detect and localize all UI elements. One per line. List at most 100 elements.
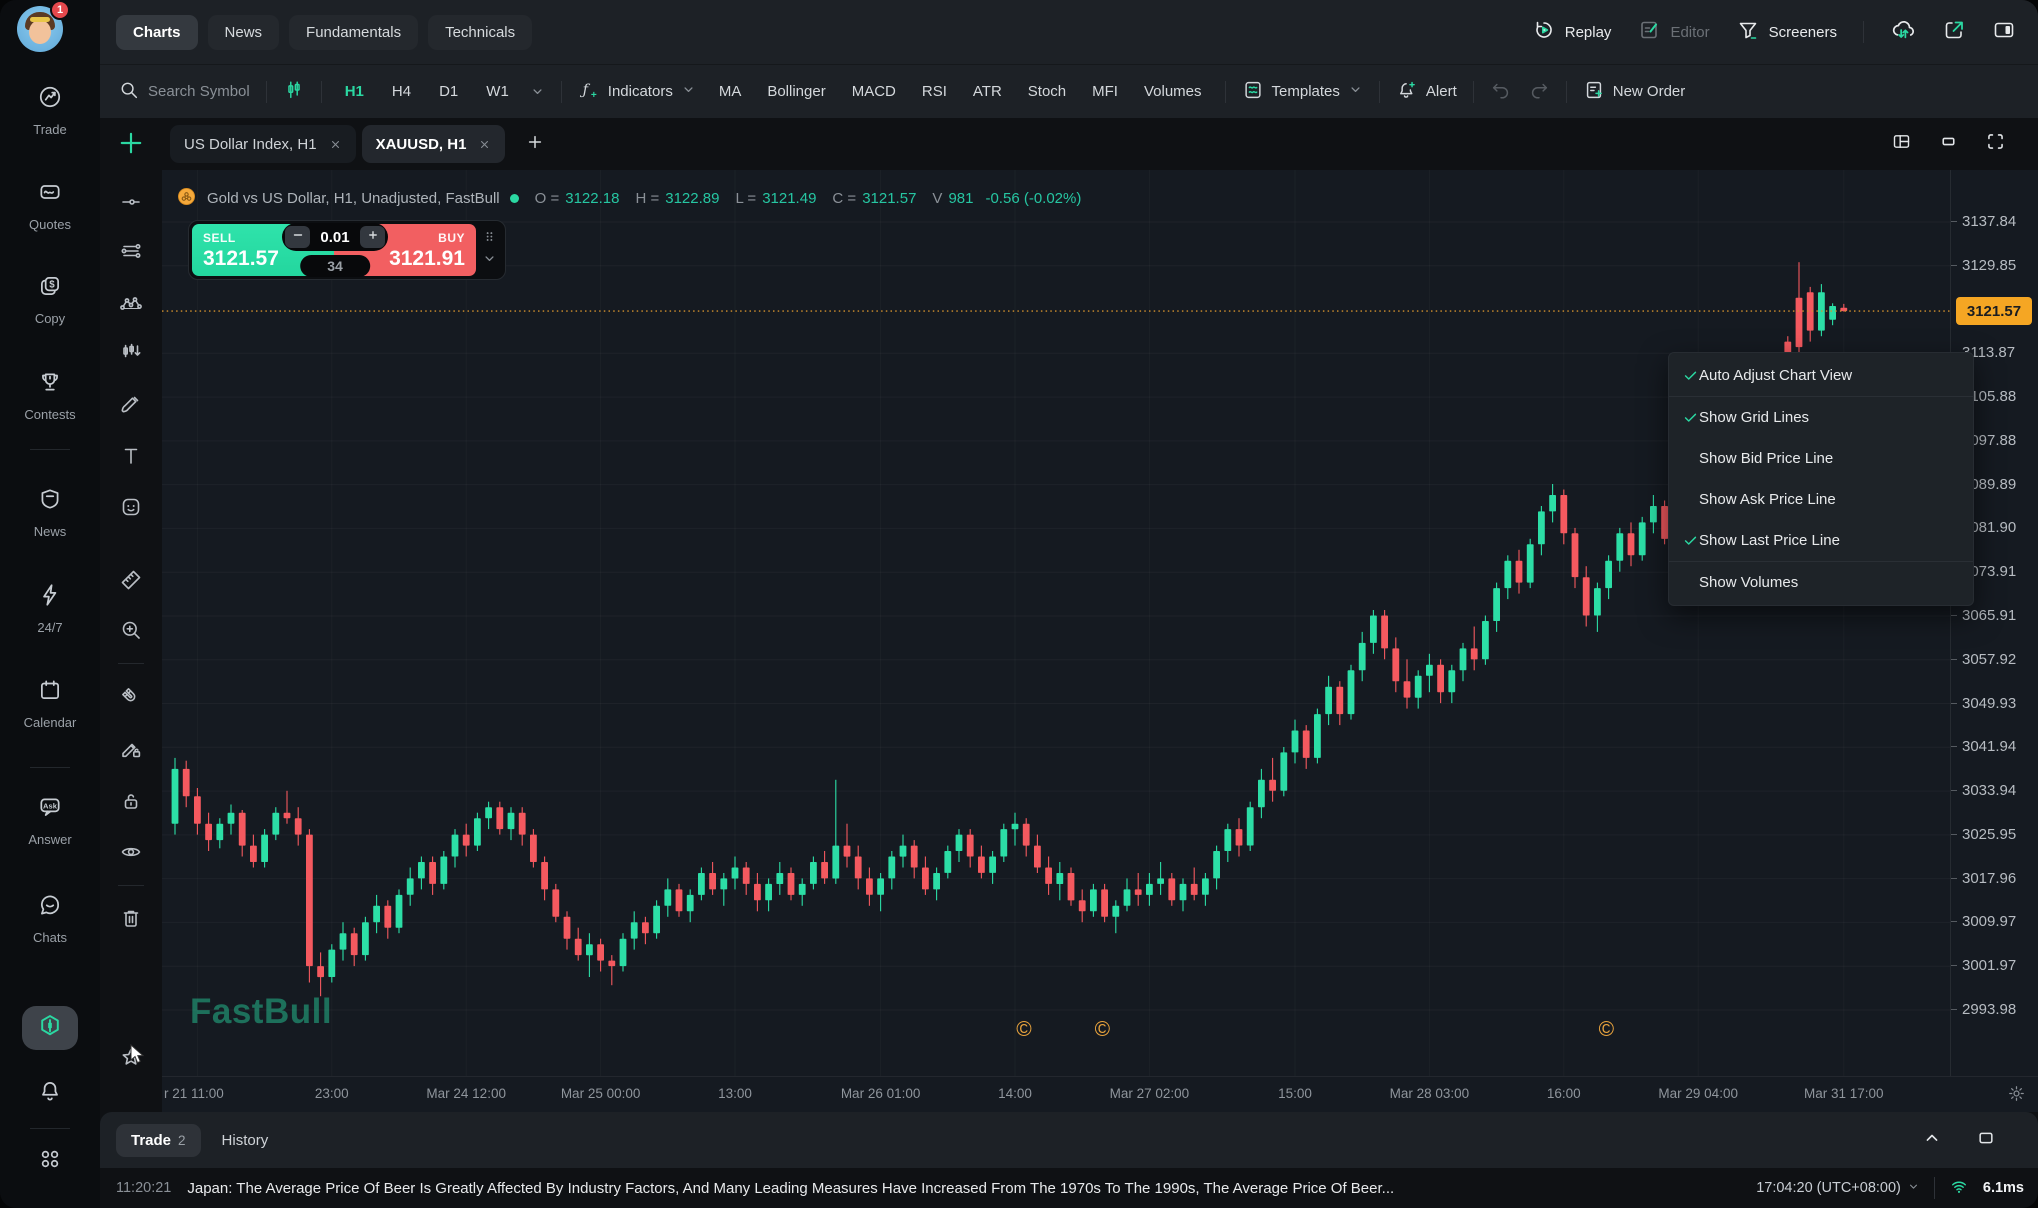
minimize-icon[interactable]	[1938, 131, 1959, 157]
tool-star[interactable]	[118, 1045, 144, 1071]
chart-tab-xauusd[interactable]: XAUUSD, H1	[362, 125, 506, 163]
chevron-down-icon[interactable]	[530, 84, 545, 99]
indicator-atr[interactable]: ATR	[966, 77, 1009, 106]
drag-handle-icon[interactable]	[482, 229, 497, 249]
sidebar-item-news[interactable]: News	[0, 486, 100, 539]
volume-increase-button[interactable]	[360, 226, 385, 248]
nav-tab-technicals[interactable]: Technicals	[428, 15, 532, 50]
menu-item-auto-adjust-chart-view[interactable]: Auto Adjust Chart View	[1669, 355, 1973, 396]
chart-tab-us-dollar-index[interactable]: US Dollar Index, H1	[170, 125, 356, 163]
nav-tab-charts[interactable]: Charts	[116, 15, 198, 50]
symbol-search-button[interactable]: Search Symbol	[118, 79, 250, 105]
time-axis[interactable]: r 21 11:0023:00Mar 24 12:00Mar 25 00:001…	[162, 1076, 2038, 1112]
chart-settings-gear-button[interactable]	[2007, 1084, 2026, 1108]
panel-toggle-button[interactable]	[1992, 18, 2016, 46]
sidebar-item-answer[interactable]: AskAnswer	[0, 794, 100, 847]
templates-button[interactable]: Templates	[1242, 79, 1363, 105]
function-icon: ƒ+	[578, 79, 600, 105]
bottom-tab-trade[interactable]: Trade2	[116, 1124, 201, 1157]
chevron-down-icon[interactable]	[482, 251, 497, 271]
timeframe-h1[interactable]: H1	[338, 77, 371, 106]
tool-pattern[interactable]	[118, 290, 144, 316]
chart-type-button[interactable]	[283, 79, 305, 105]
add-chart-tab-button[interactable]	[525, 132, 545, 157]
nav-tab-news[interactable]: News	[208, 15, 280, 50]
close-icon[interactable]	[478, 138, 491, 151]
undo-icon	[1490, 79, 1512, 105]
indicator-macd[interactable]: MACD	[845, 77, 903, 106]
sidebar-item-copy[interactable]: $Copy	[0, 273, 100, 326]
sidebar-item-contests[interactable]: Contests	[0, 369, 100, 422]
tool-forecast[interactable]	[118, 339, 144, 365]
price-tick: 3137.84	[1951, 213, 2016, 230]
tool-crosshair-plus[interactable]	[118, 130, 144, 156]
calendar-event-marker[interactable]: ©	[1095, 1018, 1110, 1042]
chevron-up-icon[interactable]	[1922, 1128, 1942, 1153]
cloud-sync-button[interactable]	[1890, 17, 1916, 47]
maximize-icon[interactable]	[1976, 1128, 1996, 1153]
ohlc-item: L =3121.49	[735, 190, 816, 207]
menu-item-show-last-price-line[interactable]: Show Last Price Line	[1669, 520, 1973, 561]
sidebar-item-trade[interactable]: Trade	[0, 84, 100, 137]
indicator-rsi[interactable]: RSI	[915, 77, 954, 106]
toolbar-divider	[321, 81, 322, 103]
editor-button[interactable]: Editor	[1637, 18, 1709, 46]
timeframe-w1[interactable]: W1	[479, 77, 516, 106]
indicator-volumes[interactable]: Volumes	[1137, 77, 1209, 106]
sidebar-item-quotes[interactable]: Quotes	[0, 179, 100, 232]
indicator-ma[interactable]: MA	[712, 77, 749, 106]
panel-right-icon	[1992, 18, 2016, 46]
indicator-mfi[interactable]: MFI	[1085, 77, 1125, 106]
new-order-button[interactable]: New Order	[1583, 79, 1686, 105]
calendar-event-marker[interactable]: ©	[1599, 1018, 1614, 1042]
drawing-tools-column	[100, 118, 162, 1112]
indicator-stoch[interactable]: Stoch	[1021, 77, 1073, 106]
tool-draw-lock[interactable]	[118, 736, 144, 762]
chart-area[interactable]: Gold vs US Dollar, H1, Unadjusted, FastB…	[162, 170, 2038, 1112]
widget-handle	[476, 224, 502, 276]
tool-text[interactable]	[118, 443, 144, 469]
tool-zoom-in[interactable]	[118, 617, 144, 643]
volume-value[interactable]: 0.01	[312, 229, 358, 246]
share-button[interactable]	[1942, 18, 1966, 46]
sidebar-item-live247[interactable]: 24/7	[0, 582, 100, 635]
timeframe-d1[interactable]: D1	[432, 77, 465, 106]
sidebar-item-calendar[interactable]: Calendar	[0, 677, 100, 730]
tool-magnet[interactable]	[118, 684, 144, 710]
tool-lock[interactable]	[118, 788, 144, 814]
undo-button[interactable]	[1490, 79, 1512, 105]
tool-ruler[interactable]	[118, 567, 144, 593]
notifications-bell-button[interactable]	[37, 1078, 63, 1109]
gear-icon	[2007, 1090, 2026, 1107]
menu-item-show-bid-price-line[interactable]: Show Bid Price Line	[1669, 438, 1973, 479]
tool-trash[interactable]	[118, 905, 144, 931]
status-divider	[1934, 1177, 1935, 1199]
tool-horizontal-lines[interactable]	[118, 238, 144, 264]
tool-sticker[interactable]	[118, 494, 144, 520]
sidebar-item-chats[interactable]: Chats	[0, 892, 100, 945]
volume-decrease-button[interactable]	[285, 226, 310, 248]
tool-brush[interactable]	[118, 391, 144, 417]
bottom-tab-history[interactable]: History	[207, 1124, 284, 1157]
apps-menu-button[interactable]	[37, 1146, 63, 1177]
redo-button[interactable]	[1528, 79, 1550, 105]
menu-item-show-ask-price-line[interactable]: Show Ask Price Line	[1669, 479, 1973, 520]
layout-grid-icon[interactable]	[1891, 131, 1912, 157]
menu-item-show-volumes[interactable]: Show Volumes	[1669, 562, 1973, 603]
server-clock[interactable]: 17:04:20 (UTC+08:00)	[1756, 1180, 1920, 1197]
fullscreen-icon[interactable]	[1985, 131, 2006, 157]
close-icon[interactable]	[329, 138, 342, 151]
screeners-button[interactable]: Screeners	[1736, 18, 1837, 46]
tool-eye[interactable]	[118, 839, 144, 865]
alert-button[interactable]: Alert	[1396, 79, 1457, 105]
tool-trend-line[interactable]	[118, 189, 144, 215]
replay-button[interactable]: Replay	[1532, 18, 1612, 46]
indicators-button[interactable]: ƒ+Indicators	[578, 79, 696, 105]
news-ticker-headline[interactable]: Japan: The Average Price Of Beer Is Grea…	[187, 1180, 1740, 1197]
indicator-bollinger[interactable]: Bollinger	[760, 77, 832, 106]
sidebar-item-charts-active[interactable]	[22, 1006, 78, 1050]
timeframe-h4[interactable]: H4	[385, 77, 418, 106]
menu-item-show-grid-lines[interactable]: Show Grid Lines	[1669, 397, 1973, 438]
calendar-event-marker[interactable]: ©	[1016, 1018, 1031, 1042]
nav-tab-fundamentals[interactable]: Fundamentals	[289, 15, 418, 50]
